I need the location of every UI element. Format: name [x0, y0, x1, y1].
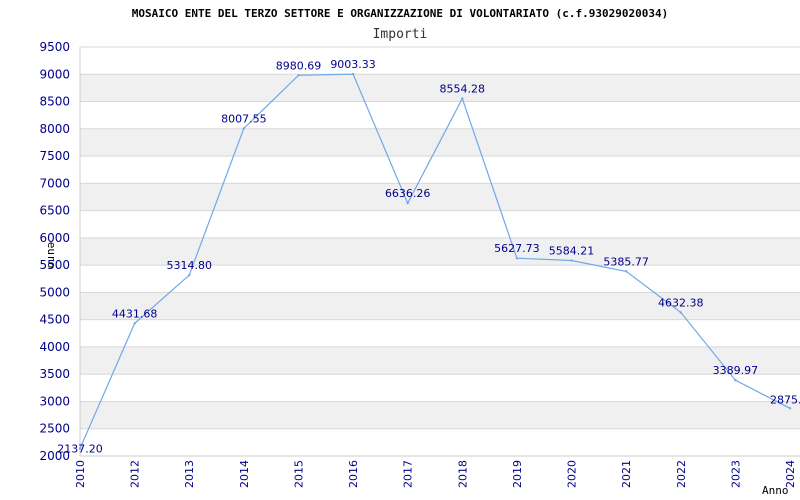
line-chart: MOSAICO ENTE DEL TERZO SETTORE E ORGANIZ…: [39, 7, 800, 497]
data-point: [461, 97, 464, 100]
y-tick-label: 3500: [39, 367, 70, 381]
data-point: [679, 311, 682, 314]
y-tick-label: 8000: [39, 122, 70, 136]
data-point: [242, 127, 246, 130]
y-axis-label: euro: [45, 242, 58, 269]
y-tick-label: 5000: [39, 285, 70, 299]
data-label: 8980.69: [276, 59, 322, 72]
data-label: 4632.38: [658, 296, 704, 309]
y-tick-label: 7500: [39, 149, 70, 163]
x-tick-label: 2010: [74, 460, 87, 488]
data-label: 3389.97: [713, 364, 759, 377]
data-label: 5314.80: [166, 259, 212, 272]
x-tick-label: 2013: [183, 460, 196, 488]
x-tick-label: 2021: [620, 460, 633, 488]
data-point: [406, 201, 409, 205]
grid-band: [80, 401, 800, 429]
x-tick-label: 2017: [402, 460, 415, 488]
x-axis-ticks: 2010 2012 2013 2014 2015 2016 2017 2018 2019 2020…: [74, 460, 797, 488]
data-label: 8007.55: [221, 112, 267, 125]
x-tick-label: 2023: [729, 460, 742, 488]
data-label: 5584.21: [549, 245, 595, 258]
x-tick-label: 2015: [292, 460, 305, 488]
data-point: [351, 72, 355, 76]
y-tick-label: 4000: [39, 340, 70, 354]
data-label: 2137.20: [57, 443, 103, 456]
chart-subtitle: Importi: [373, 27, 428, 42]
y-tick-label: 9000: [39, 67, 70, 81]
data-label: 4431.68: [112, 307, 158, 320]
x-tick-label: 2018: [456, 460, 469, 488]
y-tick-label: 9500: [39, 40, 70, 54]
x-tick-label: 2020: [566, 460, 579, 488]
y-tick-label: 6500: [39, 204, 70, 218]
x-tick-label: 2014: [238, 460, 251, 488]
y-tick-label: 7000: [39, 176, 70, 190]
grid-bands: [80, 74, 800, 429]
x-tick-label: 2022: [675, 460, 688, 488]
data-point: [515, 256, 519, 260]
y-tick-label: 8500: [39, 95, 70, 109]
x-tick-label: 2012: [129, 460, 142, 488]
data-point: [624, 270, 628, 273]
data-point: [297, 74, 300, 77]
data-point: [133, 322, 136, 325]
data-point: [188, 274, 191, 277]
data-label: 6636.26: [385, 187, 431, 200]
y-tick-label: 3000: [39, 394, 70, 408]
data-point: [570, 259, 573, 262]
data-label: 8554.28: [440, 83, 486, 96]
x-axis-label: Anno: [762, 484, 789, 497]
data-label: 2875.3: [770, 393, 800, 406]
data-label: 5627.73: [494, 242, 540, 255]
grid-band: [80, 346, 800, 375]
data-label: 9003.33: [330, 58, 376, 71]
y-tick-label: 4500: [39, 313, 70, 327]
data-point: [788, 407, 792, 410]
grid-band: [80, 183, 800, 211]
x-tick-label: 2016: [347, 460, 360, 488]
data-point: [734, 379, 737, 382]
y-tick-label: 2500: [39, 422, 70, 436]
x-tick-label: 2019: [511, 460, 524, 488]
data-label: 5385.77: [603, 255, 649, 268]
chart-title: MOSAICO ENTE DEL TERZO SETTORE E ORGANIZ…: [132, 7, 668, 20]
